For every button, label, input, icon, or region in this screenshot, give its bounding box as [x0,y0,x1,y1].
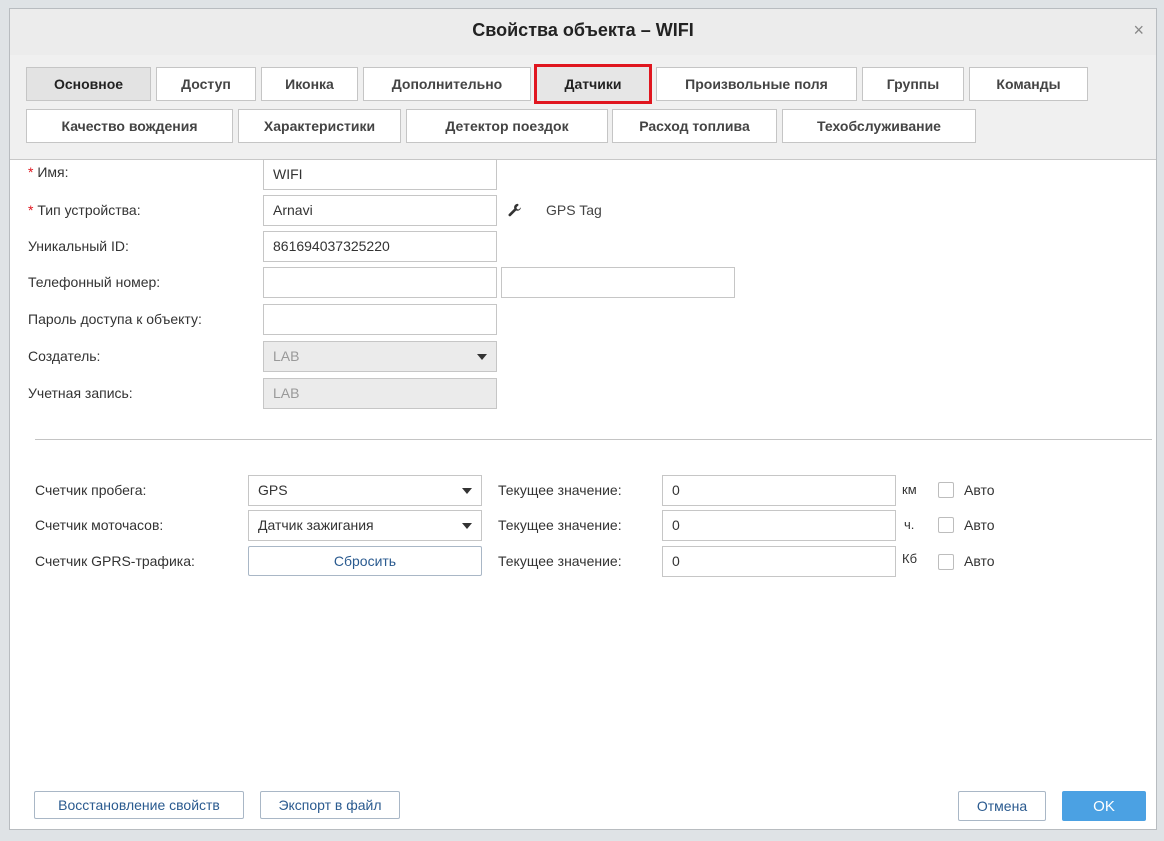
mileage-auto-checkbox[interactable] [938,482,954,498]
tabs-bar: Основное Доступ Иконка Дополнительно Дат… [10,55,1156,160]
dialog-title: Свойства объекта – WIFI [472,20,694,40]
account-field: LAB [263,378,497,409]
tab-main[interactable]: Основное [26,67,151,101]
device-type-field[interactable]: Arnavi [263,195,497,226]
device-type-label-text: Тип устройства: [37,202,141,218]
creator-label: Создатель: [28,348,101,364]
mileage-unit: км [902,482,917,497]
engine-hours-counter-value: Датчик зажигания [258,517,374,533]
mileage-auto-label: Авто [964,482,995,498]
mileage-counter-select[interactable]: GPS [248,475,482,506]
restore-properties-button[interactable]: Восстановление свойств [34,791,244,819]
engine-hours-current-field[interactable]: 0 [662,510,896,541]
tab-fuel-consumption[interactable]: Расход топлива [612,109,777,143]
engine-hours-counter-label: Счетчик моточасов: [35,517,164,533]
tab-commands[interactable]: Команды [969,67,1088,101]
required-mark: * [28,202,34,218]
creator-select[interactable]: LAB [263,341,497,372]
engine-hours-current-label: Текущее значение: [498,517,622,533]
section-divider [35,439,1152,440]
engine-hours-auto-label: Авто [964,517,995,533]
tab-trip-detector[interactable]: Детектор поездок [406,109,608,143]
required-mark: * [28,164,34,180]
phone-field[interactable] [263,267,497,298]
name-label-text: Имя: [37,164,69,180]
tab-sensors[interactable]: Датчики [534,64,652,104]
tab-maintenance[interactable]: Техобслуживание [782,109,976,143]
gprs-current-label: Текущее значение: [498,553,622,569]
account-label: Учетная запись: [28,385,133,401]
mileage-current-field[interactable]: 0 [662,475,896,506]
mileage-current-label: Текущее значение: [498,482,622,498]
gprs-auto-checkbox[interactable] [938,554,954,570]
phone-field-2[interactable] [501,267,735,298]
mileage-counter-label: Счетчик пробега: [35,482,147,498]
creator-value: LAB [273,348,300,364]
dialog-titlebar: Свойства объекта – WIFI × [10,9,1156,56]
cancel-button[interactable]: Отмена [958,791,1046,821]
ok-button[interactable]: OK [1062,791,1146,821]
engine-hours-counter-select[interactable]: Датчик зажигания [248,510,482,541]
export-to-file-button[interactable]: Экспорт в файл [260,791,400,819]
mileage-counter-value: GPS [258,482,288,498]
tab-additional[interactable]: Дополнительно [363,67,531,101]
engine-hours-unit: ч. [904,517,915,532]
tab-custom-fields[interactable]: Произвольные поля [656,67,857,101]
name-label: * Имя: [28,164,69,180]
chevron-down-icon [477,354,487,360]
tab-characteristics[interactable]: Характеристики [238,109,401,143]
wrench-icon[interactable] [508,203,522,217]
device-type-extra: GPS Tag [546,202,602,218]
password-label: Пароль доступа к объекту: [28,311,202,327]
object-properties-dialog: Свойства объекта – WIFI × Основное Досту… [9,8,1157,830]
tab-driving-quality[interactable]: Качество вождения [26,109,233,143]
phone-label: Телефонный номер: [28,274,161,290]
tab-access[interactable]: Доступ [156,67,256,101]
gprs-auto-label: Авто [964,553,995,569]
reset-gprs-button[interactable]: Сбросить [248,546,482,576]
tab-icon[interactable]: Иконка [261,67,358,101]
gprs-current-field[interactable]: 0 [662,546,896,577]
engine-hours-auto-checkbox[interactable] [938,517,954,533]
unique-id-field[interactable]: 861694037325220 [263,231,497,262]
tab-groups[interactable]: Группы [862,67,964,101]
name-field[interactable]: WIFI [263,159,497,190]
close-icon[interactable]: × [1133,21,1144,39]
chevron-down-icon [462,523,472,529]
chevron-down-icon [462,488,472,494]
gprs-counter-label: Счетчик GPRS-трафика: [35,553,195,569]
unique-id-label: Уникальный ID: [28,238,129,254]
gprs-unit: Кб [902,551,918,566]
password-field[interactable] [263,304,497,335]
device-type-label: * Тип устройства: [28,202,141,218]
